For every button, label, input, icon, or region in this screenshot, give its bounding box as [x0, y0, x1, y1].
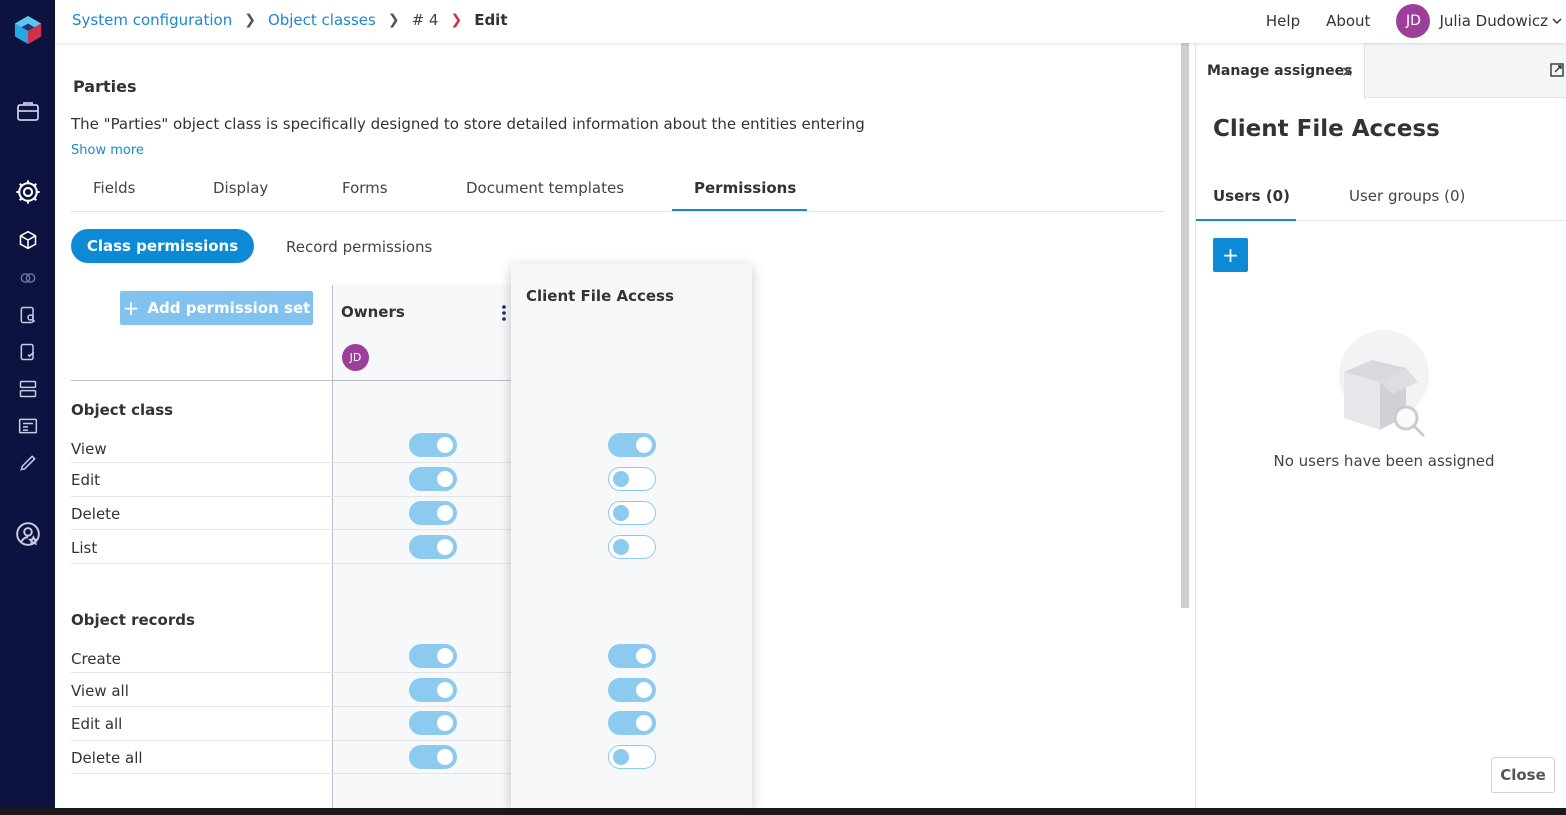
toggle-owners-create[interactable] [409, 644, 457, 668]
manage-assignees-panel: Manage assignees ✕ Client File Access Us… [1195, 43, 1566, 808]
toggle-client-edit-all[interactable] [608, 711, 656, 735]
drag-card-title: Client File Access [526, 287, 674, 305]
clipboard-search-icon[interactable] [14, 301, 42, 329]
class-tabs: Fields Display Forms Document templates … [71, 171, 1165, 212]
toggle-owners-view[interactable] [409, 433, 457, 457]
toggle-client-delete-all[interactable] [608, 745, 656, 769]
row-divider [71, 672, 512, 673]
page-description: The "Parties" object class is specifical… [71, 115, 865, 133]
toggle-client-create[interactable] [608, 644, 656, 668]
briefcase-icon[interactable] [14, 97, 42, 125]
expand-icon[interactable] [1550, 63, 1564, 77]
toggle-client-delete[interactable] [608, 501, 656, 525]
toggle-owners-view-all[interactable] [409, 678, 457, 702]
toggle-client-view-all[interactable] [608, 678, 656, 702]
section-object-records: Object records [71, 611, 195, 629]
toggle-client-edit[interactable] [608, 467, 656, 491]
gear-icon[interactable] [14, 178, 42, 206]
perm-label-delete: Delete [71, 505, 121, 523]
close-icon[interactable]: ✕ [1341, 63, 1354, 81]
clipboard-check-icon[interactable] [14, 338, 42, 366]
user-name[interactable]: Julia Dudowicz [1439, 12, 1548, 30]
tab-user-groups[interactable]: User groups (0) [1349, 187, 1465, 205]
record-permissions-button[interactable]: Record permissions [286, 238, 432, 256]
breadcrumb-edit: Edit [474, 11, 508, 29]
tab-forms[interactable]: Forms [342, 179, 388, 197]
left-nav [0, 0, 55, 815]
section-object-class: Object class [71, 401, 174, 419]
cube-icon[interactable] [14, 226, 42, 254]
chevron-right-icon: ❯ [450, 12, 463, 28]
assignee-tabs: Users (0) User groups (0) [1196, 174, 1566, 221]
perm-label-edit-all: Edit all [71, 715, 123, 733]
empty-box-icon [1339, 330, 1429, 438]
add-permission-set-button[interactable]: + Add permission set [120, 291, 313, 325]
row-divider [71, 462, 512, 463]
owners-title: Owners [341, 303, 405, 321]
kebab-menu-icon[interactable] [501, 303, 507, 323]
row-divider [71, 496, 512, 497]
add-user-button[interactable]: + [1213, 238, 1248, 272]
header-divider [71, 380, 512, 381]
window-bottom-bar [0, 808, 1566, 815]
toggle-owners-delete-all[interactable] [409, 745, 457, 769]
active-subtab-indicator [1196, 219, 1296, 221]
tab-fields[interactable]: Fields [93, 179, 135, 197]
user-menu: Help About JD Julia Dudowicz [1266, 4, 1562, 38]
show-more-link[interactable]: Show more [71, 143, 144, 158]
row-divider [71, 529, 512, 530]
permission-set-drag-card[interactable]: Client File Access [511, 264, 752, 808]
toggle-owners-edit[interactable] [409, 467, 457, 491]
list-card-icon[interactable] [14, 412, 42, 440]
manage-assignees-label: Manage assignees [1207, 63, 1353, 79]
close-button[interactable]: Close [1491, 757, 1555, 793]
tab-users[interactable]: Users (0) [1213, 187, 1290, 205]
row-divider [71, 740, 512, 741]
about-link[interactable]: About [1326, 12, 1370, 30]
tab-document-templates[interactable]: Document templates [466, 179, 624, 197]
empty-state-text: No users have been assigned [1273, 452, 1495, 470]
toggle-owners-delete[interactable] [409, 501, 457, 525]
app-logo-icon[interactable] [14, 16, 42, 44]
top-bar: System configuration ❯ Object classes ❯ … [55, 0, 1566, 43]
class-permissions-button[interactable]: Class permissions [71, 229, 254, 263]
breadcrumb-record-id: # 4 [411, 11, 439, 29]
add-permission-set-label: Add permission set [147, 299, 311, 317]
breadcrumb-object-classes[interactable]: Object classes [268, 11, 376, 29]
toggle-owners-edit-all[interactable] [409, 711, 457, 735]
perm-label-delete-all: Delete all [71, 749, 143, 767]
plus-icon: + [122, 296, 140, 320]
perm-label-view-all: View all [71, 682, 129, 700]
perm-label-list: List [71, 539, 98, 557]
chevron-right-icon: ❯ [387, 12, 400, 28]
user-star-icon[interactable] [14, 520, 42, 548]
perm-label-create: Create [71, 650, 121, 668]
main-scrollbar[interactable] [1181, 43, 1189, 608]
active-tab-indicator [672, 209, 807, 211]
panel-tabstrip: Manage assignees ✕ [1196, 43, 1566, 99]
breadcrumb: System configuration ❯ Object classes ❯ … [72, 11, 508, 29]
toggle-owners-list[interactable] [409, 535, 457, 559]
perm-label-edit: Edit [71, 471, 101, 489]
server-icon[interactable] [14, 375, 42, 403]
tab-display[interactable]: Display [213, 179, 268, 197]
help-link[interactable]: Help [1266, 12, 1300, 30]
row-divider [71, 563, 512, 564]
links-icon[interactable] [14, 264, 42, 292]
perm-label-view: View [71, 440, 107, 458]
row-divider [71, 773, 512, 774]
tab-manage-assignees[interactable]: Manage assignees ✕ [1196, 43, 1365, 99]
toggle-client-list[interactable] [608, 535, 656, 559]
toggle-client-view[interactable] [608, 433, 656, 457]
row-divider [71, 706, 512, 707]
page-title: Parties [73, 77, 137, 96]
pen-icon[interactable] [14, 449, 42, 477]
panel-title: Client File Access [1213, 116, 1440, 142]
owner-avatar[interactable]: JD [342, 344, 369, 371]
chevron-down-icon[interactable] [1552, 16, 1562, 26]
user-avatar[interactable]: JD [1396, 4, 1431, 38]
chevron-right-icon: ❯ [244, 12, 256, 28]
tab-permissions[interactable]: Permissions [694, 179, 796, 197]
breadcrumb-system-configuration[interactable]: System configuration [72, 11, 232, 29]
